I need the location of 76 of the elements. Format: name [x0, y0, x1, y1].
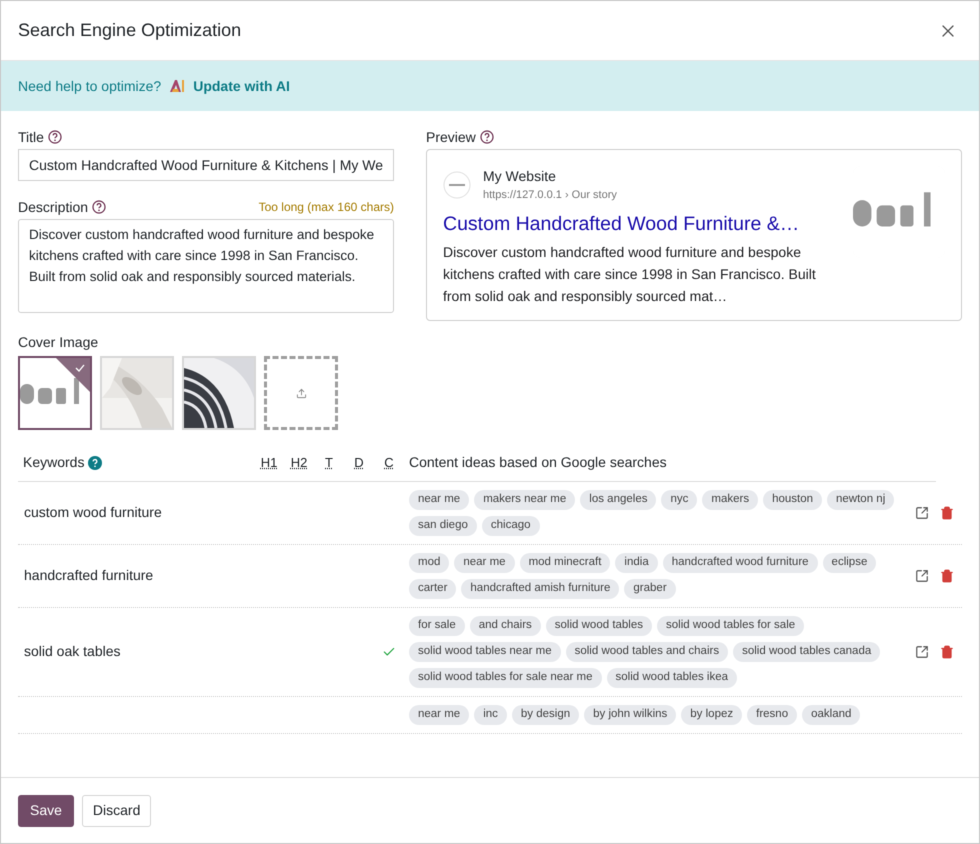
preview-title: Custom Handcrafted Wood Furniture &… — [443, 212, 800, 236]
idea-chip[interactable]: by design — [512, 705, 580, 725]
idea-chip[interactable]: chicago — [482, 516, 540, 536]
idea-chip[interactable]: india — [615, 553, 658, 573]
delete-button[interactable] — [940, 569, 954, 583]
title-input[interactable]: Custom Handcrafted Wood Furniture & Kitchens | My We — [18, 149, 394, 181]
column-header: H2 — [290, 454, 308, 472]
idea-chip[interactable]: near me — [454, 553, 515, 573]
cover-image-option[interactable] — [18, 356, 92, 430]
selected-check-icon — [56, 358, 90, 392]
field-label: Cover Image — [18, 333, 100, 352]
idea-chip[interactable]: mod minecraft — [520, 553, 610, 573]
help-icon — [92, 200, 106, 214]
idea-chip[interactable]: makers — [702, 490, 758, 510]
idea-chip[interactable]: nyc — [661, 490, 698, 510]
upload-button[interactable] — [264, 356, 338, 430]
idea-chip[interactable]: houston — [763, 490, 822, 510]
site-url: https://127.0.0.1 › Our story — [483, 188, 617, 203]
idea-chip[interactable]: solid wood tables canada — [733, 642, 880, 662]
idea-chip[interactable]: handcrafted wood furniture — [662, 553, 818, 573]
upload-icon — [296, 388, 306, 398]
open-link-button[interactable] — [915, 506, 929, 520]
idea-chip[interactable]: near me — [409, 490, 470, 510]
length-warning: Too long (max 160 chars) — [258, 199, 394, 216]
preview-description: Discover custom handcrafted wood furniture and bespoke kitchens crafted with care since 1998 in San Francisco. Built from solid oak and responsibly sourced mat… — [443, 242, 817, 306]
idea-chip[interactable]: solid wood tables near me — [409, 642, 561, 662]
idea-chip[interactable]: san diego — [409, 516, 477, 536]
column-header: H1 — [260, 454, 278, 472]
idea-chip[interactable]: and chairs — [470, 616, 541, 636]
delete-button[interactable] — [940, 506, 954, 520]
idea-chip[interactable]: solid wood tables and chairs — [566, 642, 728, 662]
idea-chip[interactable]: by john wilkins — [584, 705, 676, 725]
idea-chip[interactable]: mod — [409, 553, 450, 573]
idea-chip[interactable]: solid wood tables ikea — [606, 668, 738, 688]
idea-chip[interactable]: solid wood tables for sale near me — [409, 668, 602, 688]
save-button[interactable]: Save — [18, 794, 74, 826]
dialog-title: Search Engine Optimization — [18, 19, 242, 42]
idea-chip[interactable]: solid wood tables — [546, 616, 652, 636]
idea-chip[interactable]: graber — [624, 579, 676, 599]
idea-chip[interactable]: solid wood tables for sale — [657, 616, 804, 636]
idea-chip[interactable]: by lopez — [681, 705, 742, 725]
help-icon — [480, 130, 494, 144]
delete-button[interactable] — [940, 645, 954, 659]
open-link-button[interactable] — [915, 645, 929, 659]
idea-chip[interactable]: newton nj — [827, 490, 894, 510]
help-icon — [88, 456, 102, 470]
help-icon — [48, 130, 62, 144]
idea-chip[interactable]: oakland — [802, 705, 860, 725]
keyword-text: solid oak tables — [24, 643, 121, 659]
ai-icon — [169, 79, 186, 93]
open-link-button[interactable] — [915, 569, 929, 583]
idea-chip[interactable]: fresno — [747, 705, 798, 725]
idea-chip[interactable]: handcrafted amish furniture — [461, 579, 620, 599]
column-header: T — [324, 454, 334, 472]
idea-chip[interactable]: for sale — [409, 616, 465, 636]
description-textarea[interactable]: Discover custom handcrafted wood furniture and bespoke kitchens crafted with care since 1998 in San Francisco. Built from solid oak and responsibly sourced materials. — [18, 219, 394, 313]
idea-chip[interactable]: los angeles — [580, 490, 656, 510]
site-logo-icon — [443, 170, 471, 199]
idea-chip[interactable]: makers near me — [474, 490, 576, 510]
idea-chip[interactable]: inc — [474, 705, 507, 725]
field-label: Preview — [426, 128, 476, 146]
banner-text: Need help to optimize? — [18, 76, 162, 96]
idea-chip[interactable]: carter — [409, 579, 456, 599]
update-with-ai-link[interactable]: Update with AI — [193, 76, 290, 96]
column-header: C — [383, 454, 395, 472]
site-name: My Website — [483, 167, 557, 186]
column-header: Keywords — [23, 453, 84, 472]
column-header: D — [353, 454, 365, 472]
idea-chip[interactable]: near me — [409, 705, 470, 725]
keyword-text: handcrafted furniture — [24, 567, 154, 583]
field-label: Title — [18, 128, 44, 146]
field-label: Description — [18, 198, 88, 217]
column-header: Content ideas based on Google searches — [409, 453, 667, 472]
keyword-text: custom wood furniture — [24, 504, 162, 520]
discard-button[interactable]: Discard — [82, 794, 152, 826]
idea-chip[interactable]: eclipse — [822, 553, 876, 573]
